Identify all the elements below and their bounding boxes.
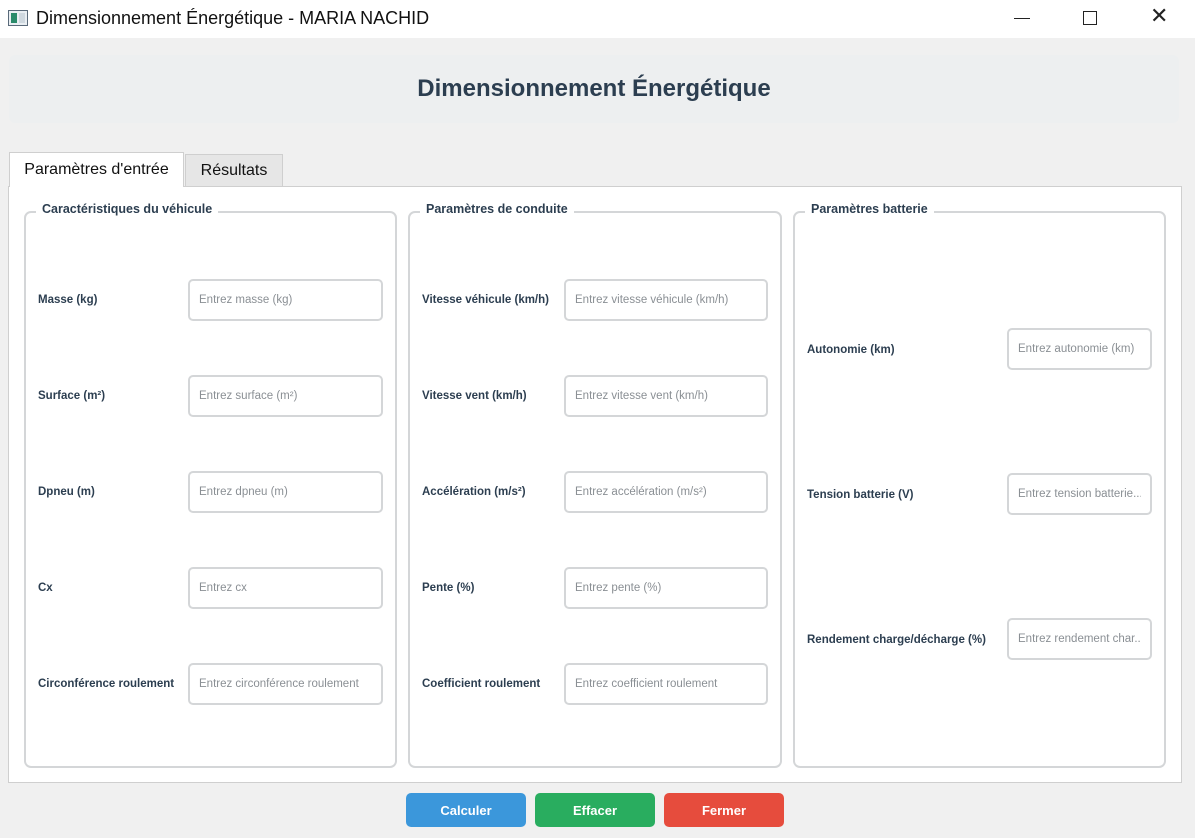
- minimize-icon: [1014, 18, 1030, 19]
- window-title-bar: Dimensionnement Énergétique - MARIA NACH…: [0, 0, 1195, 38]
- acceleration-input[interactable]: [564, 471, 768, 513]
- maximize-icon: [1083, 11, 1097, 25]
- clear-button[interactable]: Effacer: [535, 793, 655, 827]
- wind-speed-label: Vitesse vent (km/h): [422, 390, 527, 402]
- drag-coefficient-input[interactable]: [188, 567, 383, 609]
- surface-input[interactable]: [188, 375, 383, 417]
- drag-coefficient-label: Cx: [38, 582, 53, 594]
- charge-efficiency-input[interactable]: [1007, 618, 1152, 660]
- battery-group-title: Paramètres batterie: [805, 202, 934, 216]
- slope-label: Pente (%): [422, 582, 475, 594]
- window-title: Dimensionnement Énergétique - MARIA NACH…: [36, 8, 430, 28]
- mass-label: Masse (kg): [38, 294, 98, 306]
- rolling-coefficient-label: Coefficient roulement: [422, 678, 541, 690]
- rolling-circumference-input[interactable]: [188, 663, 383, 705]
- vehicle-group-title: Caractéristiques du véhicule: [36, 202, 219, 216]
- slope-input[interactable]: [564, 567, 768, 609]
- wind-speed-input[interactable]: [564, 375, 768, 417]
- close-window-button[interactable]: ✕: [1137, 0, 1183, 36]
- autonomy-input[interactable]: [1007, 328, 1152, 370]
- acceleration-label: Accélération (m/s²): [422, 486, 526, 498]
- page-title: Dimensionnement Énergétique: [417, 75, 771, 102]
- rolling-circumference-label: Circonférence roulement: [38, 678, 175, 690]
- minimize-button[interactable]: [998, 0, 1044, 36]
- tab-results[interactable]: Résultats: [185, 154, 283, 186]
- vehicle-speed-input[interactable]: [564, 279, 768, 321]
- close-button[interactable]: Fermer: [664, 793, 784, 827]
- autonomy-label: Autonomie (km): [807, 344, 895, 356]
- calculate-button[interactable]: Calculer: [406, 793, 526, 827]
- mass-input[interactable]: [188, 279, 383, 321]
- maximize-button[interactable]: [1067, 0, 1113, 36]
- charge-efficiency-label: Rendement charge/décharge (%): [807, 634, 986, 646]
- app-icon: [8, 10, 28, 26]
- tire-diameter-label: Dpneu (m): [38, 486, 95, 498]
- tire-diameter-input[interactable]: [188, 471, 383, 513]
- battery-voltage-label: Tension batterie (V): [807, 489, 914, 501]
- rolling-coefficient-input[interactable]: [564, 663, 768, 705]
- battery-voltage-input[interactable]: [1007, 473, 1152, 515]
- page-header: Dimensionnement Énergétique: [9, 55, 1179, 123]
- surface-label: Surface (m²): [38, 390, 106, 402]
- tab-input-parameters[interactable]: Paramètres d'entrée: [9, 152, 184, 187]
- close-icon: ✕: [1150, 4, 1169, 29]
- driving-group-title: Paramètres de conduite: [420, 202, 574, 216]
- vehicle-speed-label: Vitesse véhicule (km/h): [422, 294, 549, 306]
